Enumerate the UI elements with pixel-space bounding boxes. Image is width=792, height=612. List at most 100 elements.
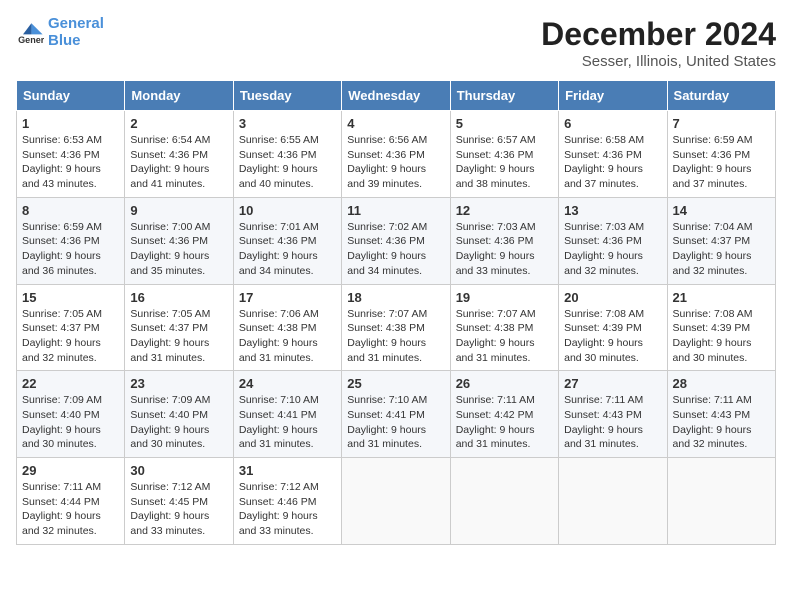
table-row: 9 Sunrise: 7:00 AM Sunset: 4:36 PM Dayli…	[125, 197, 233, 284]
sunrise-label: Sunrise: 7:11 AM	[673, 394, 752, 406]
day-number: 11	[347, 203, 444, 218]
sunset-label: Sunset: 4:36 PM	[564, 149, 642, 161]
sunset-label: Sunset: 4:36 PM	[347, 149, 425, 161]
day-info: Sunrise: 6:55 AM Sunset: 4:36 PM Dayligh…	[239, 133, 336, 192]
table-row: 24 Sunrise: 7:10 AM Sunset: 4:41 PM Dayl…	[233, 371, 341, 458]
day-number: 10	[239, 203, 336, 218]
sunset-label: Sunset: 4:36 PM	[22, 235, 100, 247]
sunrise-label: Sunrise: 7:06 AM	[239, 308, 319, 320]
table-row: 26 Sunrise: 7:11 AM Sunset: 4:42 PM Dayl…	[450, 371, 558, 458]
day-number: 28	[673, 376, 770, 391]
title-section: December 2024 Sesser, Illinois, United S…	[541, 16, 776, 70]
logo-icon: General	[16, 19, 44, 47]
sunset-label: Sunset: 4:36 PM	[130, 235, 208, 247]
sunrise-label: Sunrise: 7:05 AM	[22, 308, 102, 320]
day-number: 3	[239, 116, 336, 131]
day-number: 13	[564, 203, 661, 218]
day-number: 29	[22, 463, 119, 478]
sunset-label: Sunset: 4:39 PM	[564, 322, 642, 334]
daylight-label: Daylight: 9 hours and 41 minutes.	[130, 163, 209, 190]
day-number: 14	[673, 203, 770, 218]
calendar-week-row: 1 Sunrise: 6:53 AM Sunset: 4:36 PM Dayli…	[17, 111, 776, 198]
sunrise-label: Sunrise: 7:11 AM	[456, 394, 535, 406]
day-info: Sunrise: 7:07 AM Sunset: 4:38 PM Dayligh…	[456, 307, 553, 366]
table-row: 7 Sunrise: 6:59 AM Sunset: 4:36 PM Dayli…	[667, 111, 775, 198]
daylight-label: Daylight: 9 hours and 31 minutes.	[456, 424, 535, 451]
table-row: 27 Sunrise: 7:11 AM Sunset: 4:43 PM Dayl…	[559, 371, 667, 458]
daylight-label: Daylight: 9 hours and 31 minutes.	[239, 337, 318, 364]
daylight-label: Daylight: 9 hours and 30 minutes.	[564, 337, 643, 364]
sunset-label: Sunset: 4:45 PM	[130, 496, 208, 508]
sunset-label: Sunset: 4:42 PM	[456, 409, 534, 421]
day-number: 4	[347, 116, 444, 131]
table-row: 2 Sunrise: 6:54 AM Sunset: 4:36 PM Dayli…	[125, 111, 233, 198]
page-subtitle: Sesser, Illinois, United States	[541, 53, 776, 70]
day-info: Sunrise: 6:58 AM Sunset: 4:36 PM Dayligh…	[564, 133, 661, 192]
sunrise-label: Sunrise: 7:12 AM	[130, 481, 210, 493]
sunset-label: Sunset: 4:38 PM	[456, 322, 534, 334]
table-row: 1 Sunrise: 6:53 AM Sunset: 4:36 PM Dayli…	[17, 111, 125, 198]
sunset-label: Sunset: 4:43 PM	[673, 409, 751, 421]
header: General General Blue December 2024 Sesse…	[16, 16, 776, 70]
daylight-label: Daylight: 9 hours and 37 minutes.	[673, 163, 752, 190]
day-number: 6	[564, 116, 661, 131]
table-row: 23 Sunrise: 7:09 AM Sunset: 4:40 PM Dayl…	[125, 371, 233, 458]
day-info: Sunrise: 6:56 AM Sunset: 4:36 PM Dayligh…	[347, 133, 444, 192]
sunset-label: Sunset: 4:38 PM	[347, 322, 425, 334]
table-row: 16 Sunrise: 7:05 AM Sunset: 4:37 PM Dayl…	[125, 284, 233, 371]
sunset-label: Sunset: 4:37 PM	[673, 235, 751, 247]
daylight-label: Daylight: 9 hours and 30 minutes.	[673, 337, 752, 364]
daylight-label: Daylight: 9 hours and 31 minutes.	[347, 337, 426, 364]
daylight-label: Daylight: 9 hours and 39 minutes.	[347, 163, 426, 190]
table-row: 18 Sunrise: 7:07 AM Sunset: 4:38 PM Dayl…	[342, 284, 450, 371]
day-info: Sunrise: 7:11 AM Sunset: 4:44 PM Dayligh…	[22, 480, 119, 539]
table-row: 29 Sunrise: 7:11 AM Sunset: 4:44 PM Dayl…	[17, 458, 125, 545]
sunset-label: Sunset: 4:38 PM	[239, 322, 317, 334]
daylight-label: Daylight: 9 hours and 32 minutes.	[673, 424, 752, 451]
day-info: Sunrise: 7:04 AM Sunset: 4:37 PM Dayligh…	[673, 220, 770, 279]
day-info: Sunrise: 7:07 AM Sunset: 4:38 PM Dayligh…	[347, 307, 444, 366]
day-info: Sunrise: 6:59 AM Sunset: 4:36 PM Dayligh…	[673, 133, 770, 192]
header-tuesday: Tuesday	[233, 81, 341, 111]
sunset-label: Sunset: 4:36 PM	[673, 149, 751, 161]
day-number: 21	[673, 290, 770, 305]
day-number: 12	[456, 203, 553, 218]
day-info: Sunrise: 7:05 AM Sunset: 4:37 PM Dayligh…	[130, 307, 227, 366]
table-row: 12 Sunrise: 7:03 AM Sunset: 4:36 PM Dayl…	[450, 197, 558, 284]
sunrise-label: Sunrise: 7:02 AM	[347, 221, 427, 233]
svg-text:General: General	[18, 34, 44, 44]
calendar-week-row: 22 Sunrise: 7:09 AM Sunset: 4:40 PM Dayl…	[17, 371, 776, 458]
daylight-label: Daylight: 9 hours and 31 minutes.	[456, 337, 535, 364]
logo-text-general: General	[48, 16, 104, 33]
sunrise-label: Sunrise: 6:54 AM	[130, 134, 210, 146]
sunset-label: Sunset: 4:36 PM	[564, 235, 642, 247]
day-info: Sunrise: 7:10 AM Sunset: 4:41 PM Dayligh…	[347, 393, 444, 452]
daylight-label: Daylight: 9 hours and 30 minutes.	[130, 424, 209, 451]
sunset-label: Sunset: 4:36 PM	[347, 235, 425, 247]
daylight-label: Daylight: 9 hours and 37 minutes.	[564, 163, 643, 190]
sunrise-label: Sunrise: 6:59 AM	[673, 134, 753, 146]
sunset-label: Sunset: 4:36 PM	[456, 149, 534, 161]
day-number: 27	[564, 376, 661, 391]
daylight-label: Daylight: 9 hours and 38 minutes.	[456, 163, 535, 190]
day-info: Sunrise: 7:11 AM Sunset: 4:43 PM Dayligh…	[673, 393, 770, 452]
day-number: 19	[456, 290, 553, 305]
daylight-label: Daylight: 9 hours and 31 minutes.	[130, 337, 209, 364]
sunset-label: Sunset: 4:39 PM	[673, 322, 751, 334]
day-info: Sunrise: 7:11 AM Sunset: 4:42 PM Dayligh…	[456, 393, 553, 452]
table-row: 14 Sunrise: 7:04 AM Sunset: 4:37 PM Dayl…	[667, 197, 775, 284]
daylight-label: Daylight: 9 hours and 33 minutes.	[456, 250, 535, 277]
day-info: Sunrise: 7:03 AM Sunset: 4:36 PM Dayligh…	[564, 220, 661, 279]
header-friday: Friday	[559, 81, 667, 111]
daylight-label: Daylight: 9 hours and 30 minutes.	[22, 424, 101, 451]
day-number: 24	[239, 376, 336, 391]
sunset-label: Sunset: 4:37 PM	[130, 322, 208, 334]
day-info: Sunrise: 7:08 AM Sunset: 4:39 PM Dayligh…	[673, 307, 770, 366]
table-row: 11 Sunrise: 7:02 AM Sunset: 4:36 PM Dayl…	[342, 197, 450, 284]
sunrise-label: Sunrise: 7:12 AM	[239, 481, 319, 493]
day-info: Sunrise: 6:53 AM Sunset: 4:36 PM Dayligh…	[22, 133, 119, 192]
table-row: 20 Sunrise: 7:08 AM Sunset: 4:39 PM Dayl…	[559, 284, 667, 371]
sunrise-label: Sunrise: 7:10 AM	[239, 394, 319, 406]
daylight-label: Daylight: 9 hours and 32 minutes.	[22, 337, 101, 364]
table-row: 19 Sunrise: 7:07 AM Sunset: 4:38 PM Dayl…	[450, 284, 558, 371]
